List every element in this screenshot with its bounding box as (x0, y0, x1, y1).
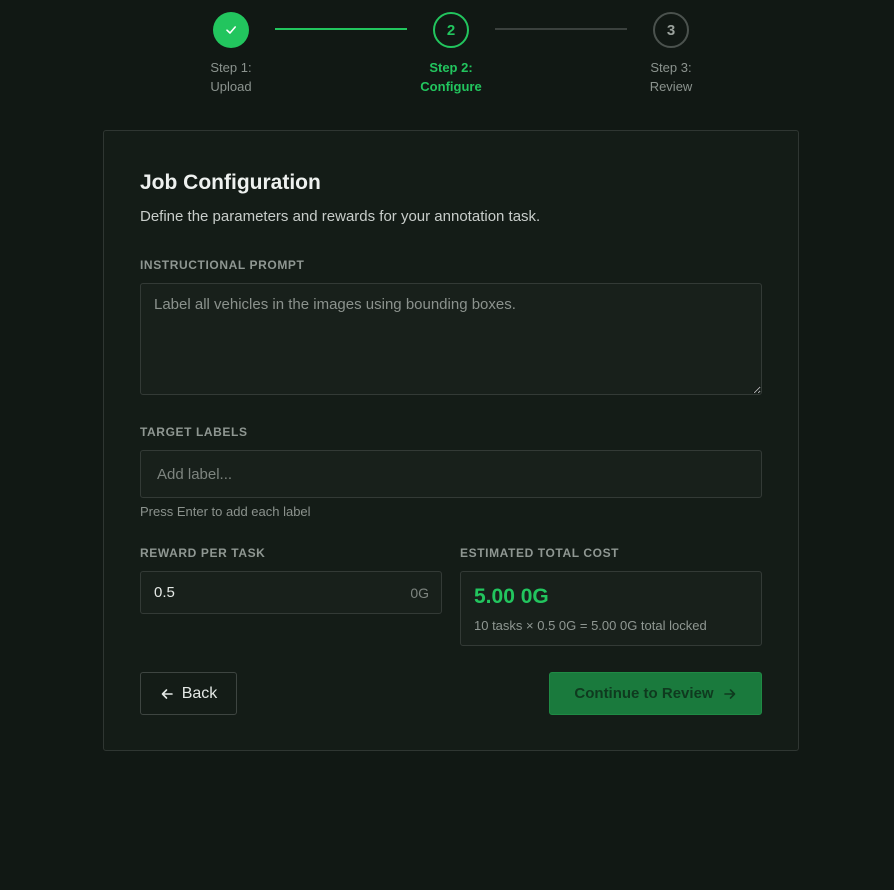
step-1-indicator (213, 12, 249, 48)
reward-label: REWARD PER TASK (140, 546, 266, 560)
step-1-label: Step 1: Upload (171, 58, 291, 96)
continue-button-label: Continue to Review (574, 685, 714, 702)
step-connector-pending (495, 28, 627, 30)
step-3-label-line1: Step 3: (650, 60, 692, 75)
prompt-label: INSTRUCTIONAL PROMPT (140, 258, 305, 272)
page: Step 1: Upload 2 Step 2: Configure 3 Ste… (0, 0, 894, 890)
step-upload[interactable]: Step 1: Upload (171, 12, 291, 96)
instructional-prompt-textarea[interactable] (140, 283, 762, 395)
cost-amount: 5.00 0G (474, 585, 549, 608)
step-3-indicator: 3 (653, 12, 689, 48)
step-configure[interactable]: 2 Step 2: Configure (391, 12, 511, 96)
estimated-cost-panel: 5.00 0G 10 tasks × 0.5 0G = 5.00 0G tota… (460, 571, 762, 646)
step-3-label: Step 3: Review (611, 58, 731, 96)
estimated-cost-label: ESTIMATED TOTAL COST (460, 546, 620, 560)
step-2-label-line1: Step 2: (429, 60, 473, 75)
reward-unit: 0G (410, 585, 429, 601)
step-3-label-line2: Review (649, 79, 693, 94)
step-2-indicator: 2 (433, 12, 469, 48)
step-2-label-line2: Configure (420, 79, 482, 94)
step-1-label-line2: Upload (210, 79, 252, 94)
reward-per-task-input[interactable]: 0.5 0G (140, 571, 442, 614)
step-1-label-line1: Step 1: (210, 60, 252, 75)
arrow-left-icon (160, 687, 174, 701)
back-button[interactable]: Back (140, 672, 237, 715)
step-connector-complete (275, 28, 407, 30)
continue-to-review-button[interactable]: Continue to Review (549, 672, 762, 715)
back-button-label: Back (181, 684, 218, 702)
reward-value[interactable]: 0.5 (154, 584, 175, 601)
card-subtitle: Define the parameters and rewards for yo… (140, 208, 541, 225)
cost-detail: 10 tasks × 0.5 0G = 5.00 0G total locked (474, 618, 707, 633)
step-review[interactable]: 3 Step 3: Review (611, 12, 731, 96)
arrow-right-icon (723, 687, 737, 701)
card-title: Job Configuration (140, 171, 321, 194)
step-2-label: Step 2: Configure (391, 58, 511, 96)
target-labels-hint: Press Enter to add each label (140, 504, 311, 519)
check-icon (224, 23, 238, 37)
target-labels-label: TARGET LABELS (140, 425, 248, 439)
progress-stepper: Step 1: Upload 2 Step 2: Configure 3 Ste… (0, 0, 894, 110)
job-configuration-card: Job Configuration Define the parameters … (103, 130, 799, 751)
add-label-input[interactable] (140, 450, 762, 498)
